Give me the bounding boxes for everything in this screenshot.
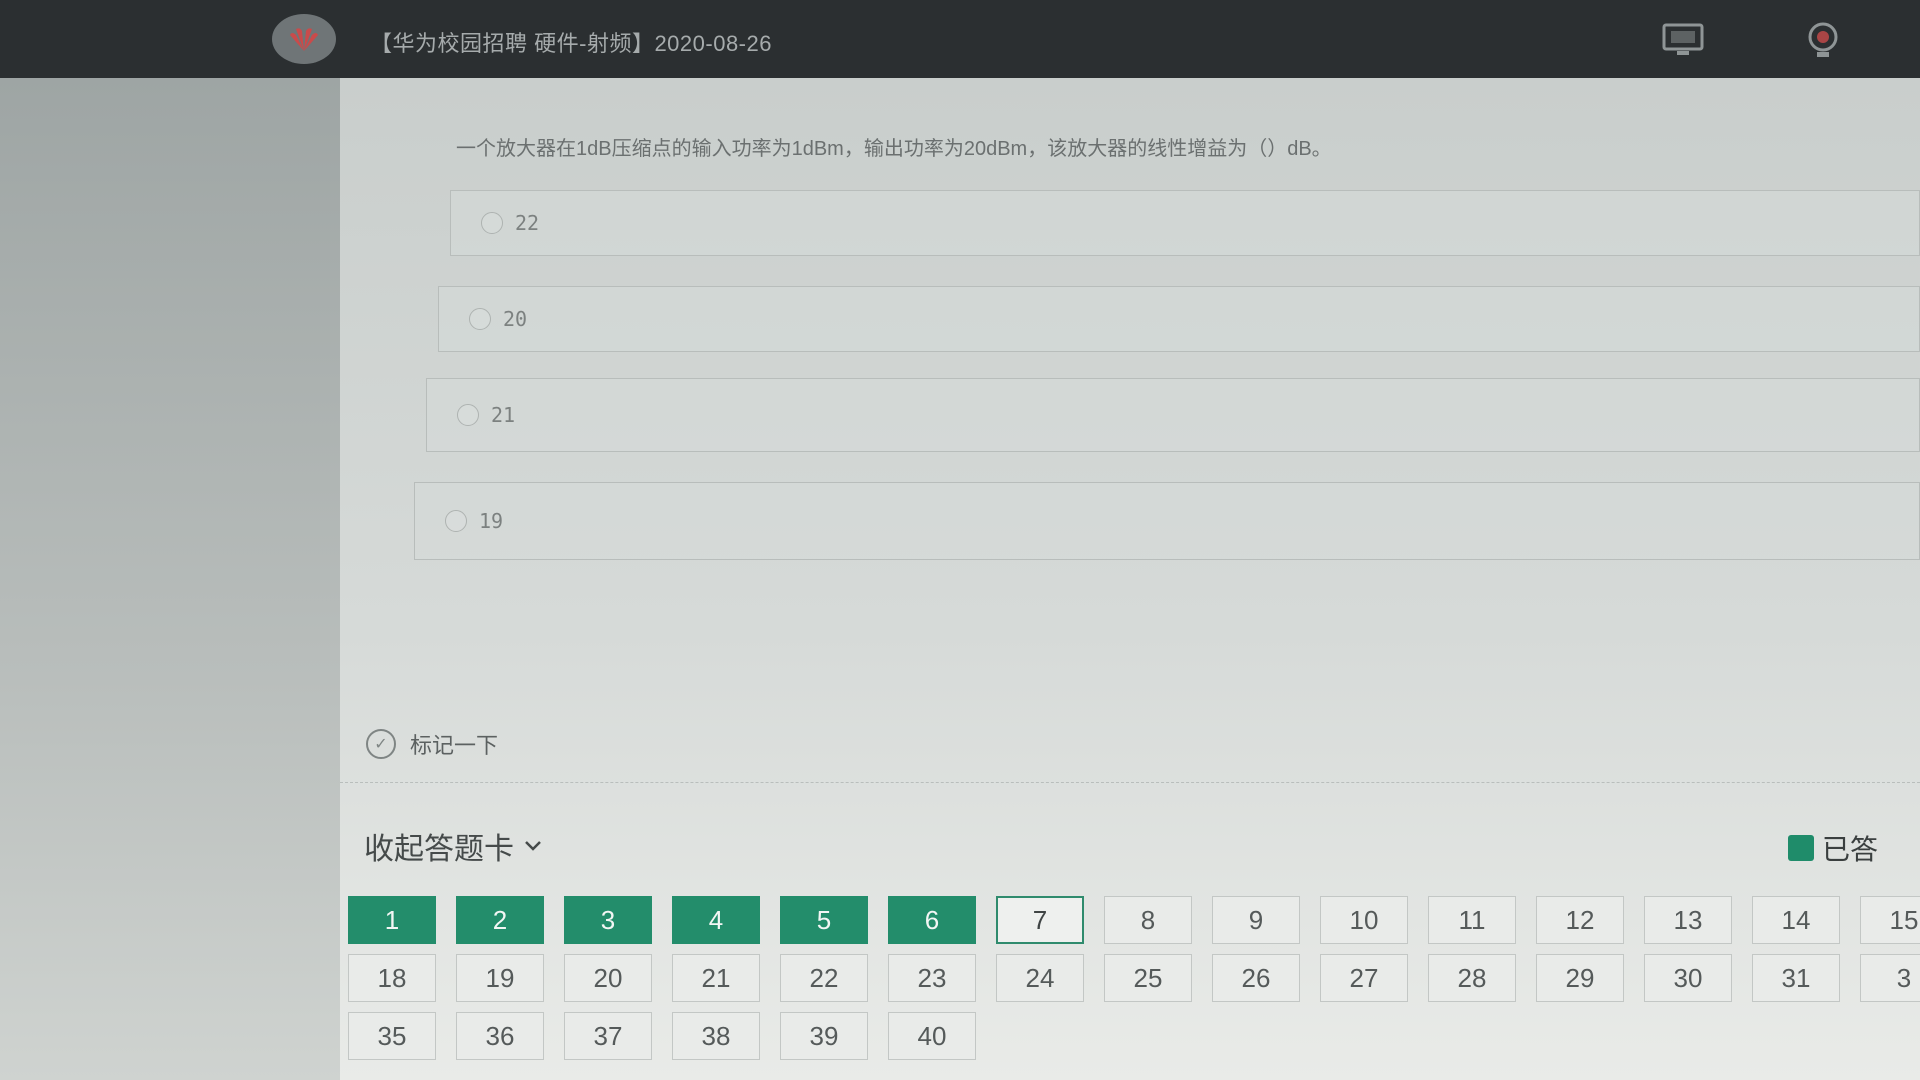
mark-question-button[interactable]: ✓ 标记一下 bbox=[366, 728, 498, 760]
divider bbox=[340, 782, 1920, 783]
option-c[interactable]: 21 bbox=[426, 378, 1920, 452]
option-label: 19 bbox=[479, 509, 504, 533]
radio-button[interactable] bbox=[481, 212, 503, 234]
question-number-button[interactable]: 24 bbox=[996, 954, 1084, 1002]
question-number-button[interactable]: 6 bbox=[888, 896, 976, 944]
question-number-button[interactable]: 14 bbox=[1752, 896, 1840, 944]
huawei-logo-icon bbox=[272, 14, 336, 64]
monitor-icon[interactable] bbox=[1660, 20, 1706, 60]
radio-button[interactable] bbox=[457, 404, 479, 426]
question-number-button[interactable]: 3 bbox=[1860, 954, 1920, 1002]
question-number-button[interactable]: 22 bbox=[780, 954, 868, 1002]
question-number-button[interactable]: 11 bbox=[1428, 896, 1516, 944]
question-number-button[interactable]: 40 bbox=[888, 1012, 976, 1060]
question-number-button[interactable]: 12 bbox=[1536, 896, 1624, 944]
radio-button[interactable] bbox=[469, 308, 491, 330]
question-number-button[interactable]: 7 bbox=[996, 896, 1084, 944]
question-number-button[interactable]: 37 bbox=[564, 1012, 652, 1060]
question-number-button[interactable]: 38 bbox=[672, 1012, 760, 1060]
chevron-down-icon bbox=[525, 841, 541, 851]
question-number-button[interactable]: 8 bbox=[1104, 896, 1192, 944]
question-number-button[interactable]: 20 bbox=[564, 954, 652, 1002]
question-number-button[interactable]: 18 bbox=[348, 954, 436, 1002]
question-text: 一个放大器在1dB压缩点的输入功率为1dBm，输出功率为20dBm，该放大器的线… bbox=[456, 138, 1332, 160]
question-number-button[interactable]: 4 bbox=[672, 896, 760, 944]
legend: 已答 bbox=[1788, 828, 1878, 868]
question-number-button[interactable]: 21 bbox=[672, 954, 760, 1002]
mark-label: 标记一下 bbox=[410, 733, 499, 758]
camera-icon[interactable] bbox=[1800, 20, 1846, 60]
option-label: 22 bbox=[515, 211, 540, 235]
exam-title: 【华为校园招聘 硬件-射频】2020-08-26 bbox=[370, 31, 772, 56]
question-number-button[interactable]: 3 bbox=[564, 896, 652, 944]
question-number-button[interactable]: 31 bbox=[1752, 954, 1840, 1002]
question-number-button[interactable]: 28 bbox=[1428, 954, 1516, 1002]
question-number-button[interactable]: 9 bbox=[1212, 896, 1300, 944]
left-gutter bbox=[0, 78, 340, 1080]
radio-button[interactable] bbox=[445, 510, 467, 532]
collapse-answer-card-button[interactable]: 收起答题卡 bbox=[364, 824, 542, 868]
question-number-button[interactable]: 5 bbox=[780, 896, 868, 944]
option-d[interactable]: 19 bbox=[414, 482, 1920, 560]
question-panel: 一个放大器在1dB压缩点的输入功率为1dBm，输出功率为20dBm，该放大器的线… bbox=[340, 78, 1920, 1080]
question-number-button[interactable]: 1 bbox=[348, 896, 436, 944]
question-number-button[interactable]: 19 bbox=[456, 954, 544, 1002]
question-number-button[interactable]: 25 bbox=[1104, 954, 1192, 1002]
flag-icon: ✓ bbox=[366, 729, 396, 759]
toggle-label: 收起答题卡 bbox=[364, 833, 514, 866]
option-b[interactable]: 20 bbox=[438, 286, 1920, 352]
legend-answered-label: 已答 bbox=[1822, 834, 1879, 865]
question-number-button[interactable]: 35 bbox=[348, 1012, 436, 1060]
option-label: 21 bbox=[491, 403, 516, 427]
option-label: 20 bbox=[503, 307, 528, 331]
question-number-button[interactable]: 29 bbox=[1536, 954, 1624, 1002]
question-number-button[interactable]: 13 bbox=[1644, 896, 1732, 944]
question-number-button[interactable]: 15 bbox=[1860, 896, 1920, 944]
question-number-button[interactable]: 10 bbox=[1320, 896, 1408, 944]
question-number-button[interactable]: 26 bbox=[1212, 954, 1300, 1002]
answered-swatch bbox=[1788, 835, 1814, 861]
question-number-button[interactable]: 23 bbox=[888, 954, 976, 1002]
question-number-button[interactable]: 39 bbox=[780, 1012, 868, 1060]
question-number-button[interactable]: 30 bbox=[1644, 954, 1732, 1002]
option-a[interactable]: 22 bbox=[450, 190, 1920, 256]
question-number-button[interactable]: 27 bbox=[1320, 954, 1408, 1002]
question-number-button[interactable]: 2 bbox=[456, 896, 544, 944]
question-number-button[interactable]: 36 bbox=[456, 1012, 544, 1060]
top-bar: 【华为校园招聘 硬件-射频】2020-08-26 bbox=[0, 0, 1920, 78]
